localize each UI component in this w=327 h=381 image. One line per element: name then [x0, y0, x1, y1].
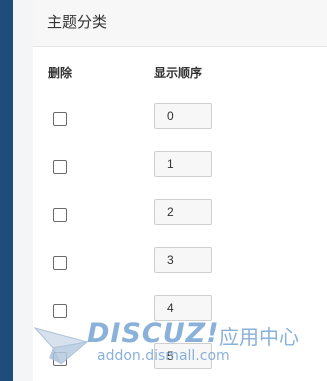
- sidebar-gutter: [13, 0, 33, 381]
- table-row: 5: [33, 343, 327, 373]
- table-row: 3: [33, 247, 327, 277]
- display-order-input[interactable]: 4: [154, 295, 212, 321]
- delete-checkbox[interactable]: [53, 304, 67, 318]
- delete-checkbox[interactable]: [53, 112, 67, 126]
- table-row: 1: [33, 151, 327, 181]
- panel-title: 主题分类: [47, 13, 108, 31]
- delete-checkbox[interactable]: [53, 352, 67, 366]
- delete-checkbox[interactable]: [53, 208, 67, 222]
- delete-checkbox[interactable]: [53, 160, 67, 174]
- table-row: 0: [33, 103, 327, 133]
- column-header-display-order: 显示顺序: [154, 66, 203, 80]
- topic-category-panel: 主题分类 删除 显示顺序 0 1 2 3 4 5: [33, 0, 327, 381]
- column-header-delete: 删除: [48, 66, 73, 80]
- sidebar-strip: [0, 0, 13, 381]
- display-order-input[interactable]: 1: [154, 151, 212, 177]
- display-order-input[interactable]: 0: [154, 103, 212, 129]
- display-order-input[interactable]: 5: [154, 343, 212, 369]
- table-row: 2: [33, 199, 327, 229]
- delete-checkbox[interactable]: [53, 256, 67, 270]
- display-order-input[interactable]: 3: [154, 247, 212, 273]
- display-order-input[interactable]: 2: [154, 199, 212, 225]
- table-row: 4: [33, 295, 327, 325]
- panel-header: 主题分类: [33, 0, 327, 47]
